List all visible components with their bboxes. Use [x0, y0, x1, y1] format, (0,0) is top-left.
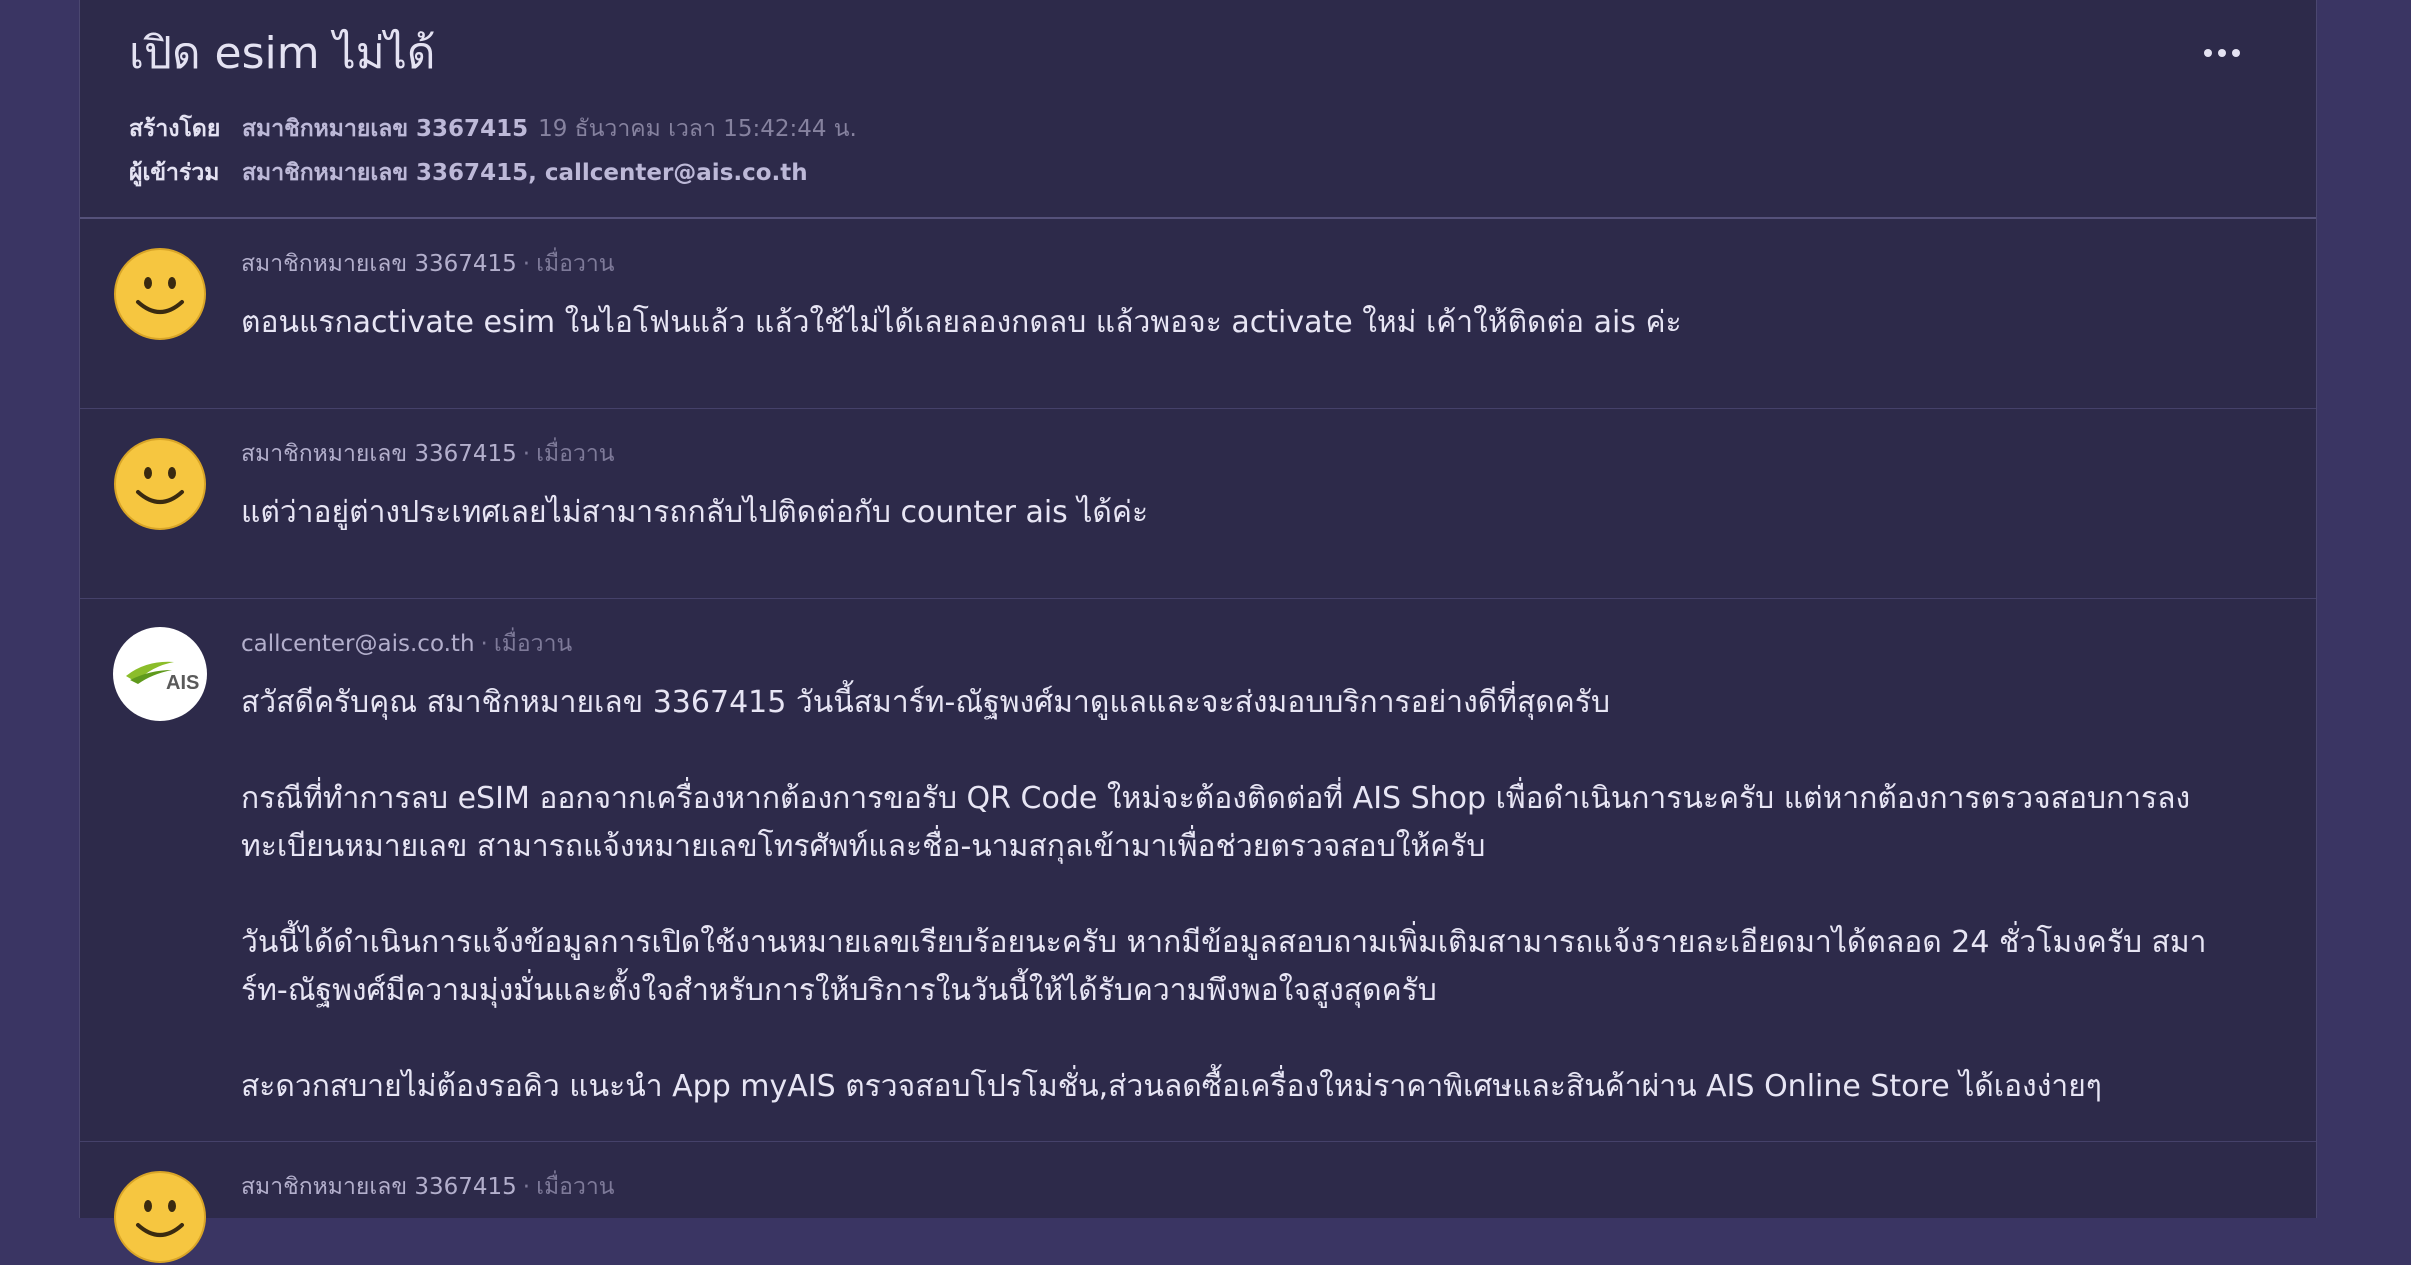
comment-paragraph: สะดวกสบายไม่ต้องรอคิว แนะนำ App myAIS ตร… — [241, 1069, 2102, 1104]
thread-header: เปิด esim ไม่ได้ สร้างโดย สมาชิกหมายเลข … — [80, 0, 2316, 219]
comment-author[interactable]: สมาชิกหมายเลข 3367415 — [241, 1174, 517, 1200]
avatar[interactable] — [112, 436, 208, 532]
comment-paragraph: แต่ว่าอยู่ต่างประเทศเลยไม่สามารถกลับไปติ… — [241, 495, 1149, 530]
comment-time: เมื่อวาน — [536, 1174, 615, 1200]
comment-item: สมาชิกหมายเลข 3367415 · เมื่อวาน แต่ว่าอยู… — [80, 409, 2316, 599]
comment-author[interactable]: สมาชิกหมายเลข 3367415 — [241, 441, 517, 467]
comment-time: เมื่อวาน — [493, 631, 573, 657]
separator: · — [480, 631, 488, 657]
created-by-label: สร้างโดย — [129, 116, 221, 142]
avatar[interactable]: AIS — [112, 626, 208, 722]
separator: · — [522, 1174, 531, 1200]
comment-paragraph: กรณีที่ทำการลบ eSIM ออกจากเครื่องหากต้อง… — [241, 781, 2191, 864]
comment-body: แต่ว่าอยู่ต่างประเทศเลยไม่สามารถกลับไปติ… — [241, 489, 2241, 537]
conversation-panel: เปิด esim ไม่ได้ สร้างโดย สมาชิกหมายเลข … — [79, 0, 2317, 1263]
created-by-row: สร้างโดย สมาชิกหมายเลข 3367415 19 ธันวาค… — [129, 111, 857, 147]
comment-paragraph: ตอนแรกactivate esim ในไอโฟนแล้ว แล้วใช้ไ… — [241, 305, 1682, 340]
smiley-icon — [114, 1171, 206, 1263]
comment-item: AIS callcenter@ais.co.th · เมื่อวาน สวัสดี… — [80, 599, 2316, 1142]
comment-body: ตอนแรกactivate esim ในไอโฟนแล้ว แล้วใช้ไ… — [241, 299, 2241, 347]
avatar[interactable] — [112, 1169, 208, 1265]
thread-title: เปิด esim ไม่ได้ — [129, 28, 436, 79]
ais-logo-icon: AIS — [113, 627, 207, 721]
comment-header: สมาชิกหมายเลข 3367415 · เมื่อวาน — [241, 246, 615, 282]
more-dots-icon — [2204, 49, 2240, 57]
comment-header: สมาชิกหมายเลข 3367415 · เมื่อวาน — [241, 436, 615, 472]
comment-header: callcenter@ais.co.th · เมื่อวาน — [241, 626, 572, 662]
comment-header: สมาชิกหมายเลข 3367415 · เมื่อวาน — [241, 1169, 615, 1205]
separator: · — [522, 441, 531, 467]
created-time: 19 ธันวาคม เวลา 15:42:44 น. — [538, 116, 857, 142]
participants-row: ผู้เข้าร่วม สมาชิกหมายเลข 3367415, callc… — [129, 155, 808, 191]
creator-name: สมาชิกหมายเลข 3367415 — [242, 116, 529, 142]
smiley-icon — [114, 248, 206, 340]
more-options-button[interactable] — [2192, 28, 2252, 78]
separator: · — [522, 251, 531, 277]
comment-paragraph: สวัสดีครับคุณ สมาชิกหมายเลข 3367415 วันน… — [241, 685, 1611, 720]
smiley-icon — [114, 438, 206, 530]
comment-paragraph: วันนี้ได้ดำเนินการแจ้งข้อมูลการเปิดใช้งา… — [241, 925, 2207, 1008]
comment-time: เมื่อวาน — [536, 441, 615, 467]
ais-logo-text: AIS — [166, 672, 199, 694]
participants-label: ผู้เข้าร่วม — [129, 160, 220, 186]
avatar[interactable] — [112, 246, 208, 342]
participants-list: สมาชิกหมายเลข 3367415, callcenter@ais.co… — [242, 160, 808, 186]
comment-item: สมาชิกหมายเลข 3367415 · เมื่อวาน ตอนแรกact… — [80, 219, 2316, 409]
comment-author[interactable]: callcenter@ais.co.th — [241, 631, 475, 657]
comment-author[interactable]: สมาชิกหมายเลข 3367415 — [241, 251, 517, 277]
comment-time: เมื่อวาน — [536, 251, 615, 277]
comment-item: สมาชิกหมายเลข 3367415 · เมื่อวาน — [80, 1142, 2316, 1265]
comment-body: สวัสดีครับคุณ สมาชิกหมายเลข 3367415 วันน… — [241, 679, 2241, 1111]
